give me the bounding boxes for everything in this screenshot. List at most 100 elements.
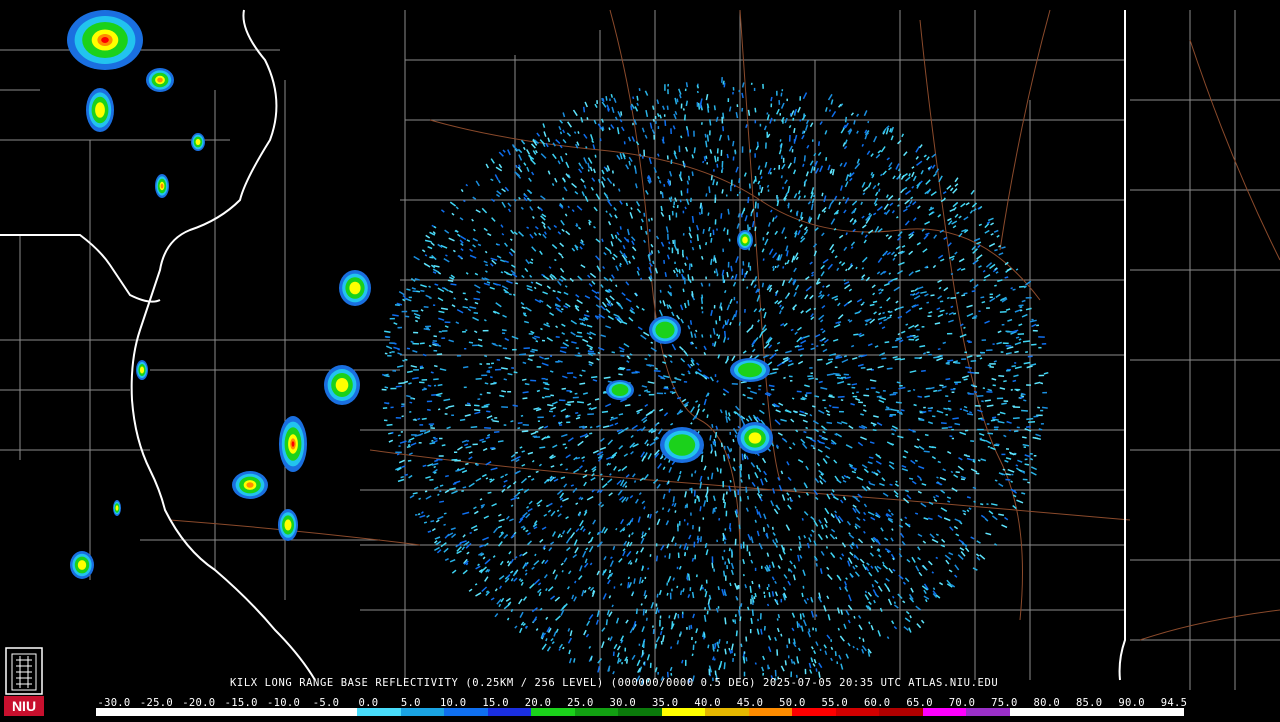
echo-speckle: [710, 435, 711, 440]
echo-speckle: [845, 198, 848, 204]
echo-speckle: [566, 214, 567, 216]
echo-speckle: [635, 107, 637, 112]
echo-speckle: [955, 184, 958, 187]
echo-speckle: [897, 177, 899, 179]
echo-speckle: [544, 481, 547, 484]
echo-speckle: [720, 135, 722, 141]
echo-speckle: [691, 240, 692, 243]
echo-speckle: [977, 396, 984, 397]
echo-speckle: [788, 581, 790, 585]
echo-speckle: [485, 265, 488, 266]
echo-speckle: [645, 440, 648, 444]
echo-speckle: [571, 342, 576, 343]
echo-speckle: [582, 192, 584, 197]
echo-speckle: [744, 657, 745, 664]
echo-speckle: [384, 403, 389, 404]
echo-speckle: [717, 182, 718, 186]
echo-speckle: [423, 465, 427, 466]
echo-speckle: [542, 527, 546, 529]
echo-speckle: [704, 346, 706, 350]
echo-speckle: [649, 219, 650, 222]
echo-speckle: [680, 94, 681, 98]
echo-speckle: [604, 377, 611, 378]
echo-speckle: [948, 320, 953, 322]
echo-speckle: [595, 155, 596, 158]
echo-speckle: [563, 604, 568, 609]
echo-speckle: [631, 452, 634, 455]
echo-speckle: [878, 289, 881, 291]
echo-speckle: [754, 596, 755, 599]
echo-speckle: [894, 605, 898, 608]
echo-speckle: [544, 225, 546, 228]
echo-speckle: [534, 527, 537, 529]
echo-speckle: [541, 154, 546, 159]
echo-speckle: [581, 117, 582, 122]
echo-speckle: [757, 465, 758, 469]
echo-speckle: [491, 468, 498, 470]
echo-speckle: [695, 334, 696, 338]
echo-speckle: [539, 592, 541, 596]
echo-speckle: [630, 496, 633, 498]
echo-speckle: [632, 655, 635, 660]
echo-speckle: [746, 637, 747, 642]
echo-speckle: [485, 271, 487, 272]
echo-speckle: [576, 529, 579, 532]
echo-speckle: [870, 305, 875, 306]
echo-speckle: [735, 619, 736, 623]
echo-speckle: [424, 329, 430, 330]
echo-speckle: [1001, 247, 1005, 248]
echo-speckle: [565, 286, 567, 288]
echo-speckle: [788, 498, 789, 500]
echo-speckle: [642, 386, 647, 387]
echo-speckle: [614, 184, 615, 187]
echo-speckle: [657, 556, 658, 562]
echo-speckle: [553, 570, 555, 574]
echo-speckle: [857, 517, 860, 520]
echo-speckle: [644, 474, 648, 479]
echo-speckle: [700, 482, 701, 489]
echo-speckle: [914, 405, 917, 406]
echo-speckle: [504, 379, 507, 380]
echo-speckle: [697, 409, 699, 415]
echo-speckle: [938, 215, 941, 218]
echo-speckle: [561, 477, 565, 478]
echo-speckle: [895, 602, 896, 604]
storm-layer: [196, 139, 201, 145]
echo-speckle: [755, 227, 756, 231]
echo-speckle: [528, 541, 532, 545]
echo-speckle: [824, 211, 826, 213]
echo-speckle: [584, 134, 587, 138]
echo-speckle: [829, 405, 831, 406]
echo-speckle: [983, 271, 985, 272]
echo-speckle: [524, 147, 526, 150]
echo-speckle: [543, 383, 548, 384]
echo-speckle: [777, 363, 783, 367]
echo-speckle: [767, 113, 768, 115]
echo-speckle: [881, 358, 886, 359]
echo-speckle: [434, 336, 437, 337]
echo-speckle: [602, 628, 605, 632]
echo-speckle: [687, 82, 688, 87]
echo-speckle: [442, 445, 446, 446]
echo-speckle: [732, 549, 733, 555]
echo-speckle: [533, 216, 535, 218]
echo-speckle: [1021, 493, 1025, 494]
echo-speckle: [884, 319, 888, 320]
storm-cell: [324, 365, 360, 405]
echo-speckle: [862, 268, 864, 269]
echo-speckle: [879, 484, 884, 486]
echo-speckle: [563, 140, 566, 143]
echo-speckle: [881, 174, 883, 175]
echo-speckle: [499, 576, 504, 580]
echo-speckle: [1042, 407, 1048, 408]
echo-speckle: [664, 388, 669, 389]
echo-speckle: [561, 132, 562, 134]
echo-speckle: [732, 356, 735, 361]
echo-speckle: [608, 479, 612, 483]
echo-speckle: [783, 266, 784, 268]
echo-speckle: [619, 304, 622, 309]
echo-speckle: [520, 447, 523, 448]
echo-speckle: [906, 206, 907, 208]
echo-speckle: [708, 213, 709, 216]
echo-speckle: [611, 417, 614, 418]
